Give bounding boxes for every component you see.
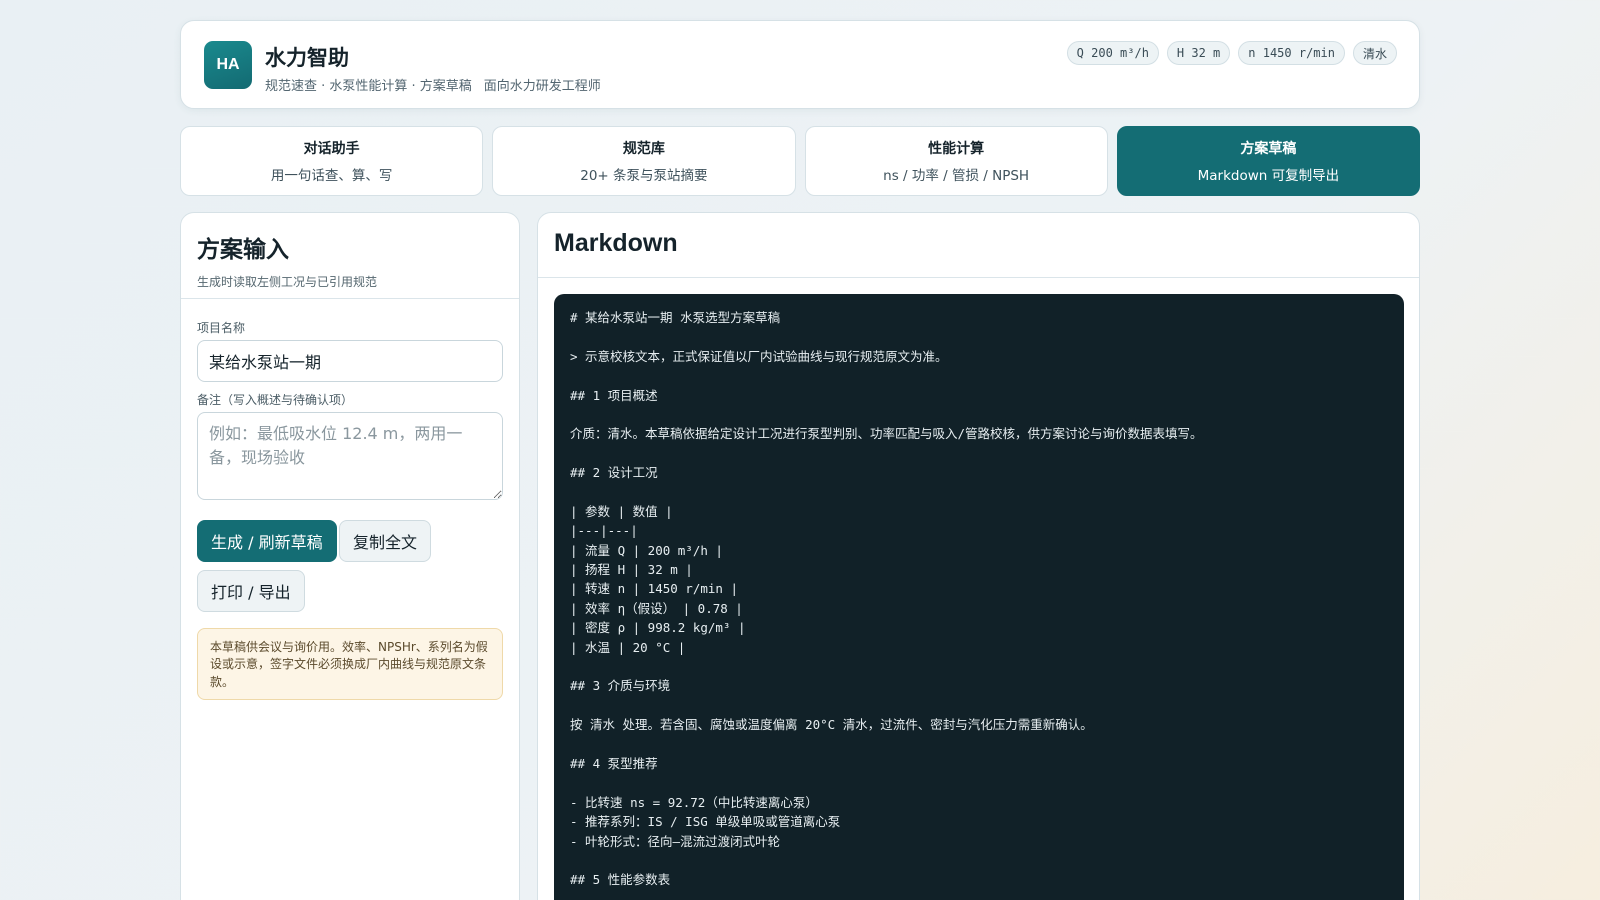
markdown-line — [570, 444, 1388, 463]
tab-title: 规范库 — [622, 141, 665, 157]
markdown-line: | 转速 n | 1450 r/min | — [570, 581, 738, 597]
proposal-input-panel: 方案输入 生成时读取左侧工况与已引用规范 项目名称 备注（写入概述与待确认项） … — [180, 212, 520, 900]
flow-chip: Q 200 m³/h — [1066, 41, 1159, 65]
markdown-line: ## 2 设计工况 — [570, 465, 658, 481]
markdown-line — [570, 773, 1388, 792]
markdown-panel: Markdown # 某给水泵站一期 水泵选型方案草稿 > 示意校核文本，正式保证… — [537, 212, 1420, 900]
markdown-line — [570, 405, 1388, 424]
medium-chip: 清水 — [1352, 41, 1397, 65]
notes-textarea[interactable] — [197, 412, 503, 500]
main-tabs: 对话助手 用一句话查、算、写 规范库 20+ 条泵与泵站摘要 性能计算 ns /… — [180, 126, 1420, 196]
panel-title: 方案输入 — [197, 237, 289, 263]
markdown-line: |---|---| — [570, 523, 638, 539]
markdown-line — [570, 657, 1388, 676]
markdown-line: > 示意校核文本，正式保证值以厂内试验曲线与现行规范原文为准。 — [570, 348, 948, 364]
tab-title: 方案草稿 — [1240, 141, 1297, 157]
condition-chips: Q 200 m³/h H 32 m n 1450 r/min 清水 — [1066, 41, 1397, 65]
notes-label: 备注（写入概述与待确认项） — [197, 393, 354, 407]
panel-header: 方案输入 生成时读取左侧工况与已引用规范 — [181, 213, 519, 299]
tab-title: 对话助手 — [303, 141, 360, 157]
project-name-label: 项目名称 — [197, 321, 246, 335]
tab-proposal-draft[interactable]: 方案草稿 Markdown 可复制导出 — [1116, 126, 1420, 196]
markdown-line — [570, 327, 1388, 346]
project-name-input[interactable] — [197, 340, 503, 382]
markdown-line — [570, 851, 1388, 870]
print-export-button[interactable]: 打印 / 导出 — [197, 570, 305, 612]
markdown-preview[interactable]: # 某给水泵站一期 水泵选型方案草稿 > 示意校核文本，正式保证值以厂内试验曲线与… — [554, 294, 1404, 900]
markdown-line: 介质：清水。本草稿依据给定设计工况进行泵型判别、功率匹配与吸入/管路校核，供方案… — [570, 426, 1203, 442]
tab-subtitle: ns / 功率 / 管损 / NPSH — [883, 168, 1030, 184]
tab-title: 性能计算 — [928, 141, 985, 157]
markdown-title: Markdown — [538, 213, 1419, 278]
app-feature-list: 规范速查 · 水泵性能计算 · 方案草稿 — [265, 79, 472, 94]
markdown-line: ## 5 性能参数表 — [570, 872, 671, 888]
disclaimer-note: 本草稿供会议与询价用。效率、NPSHr、系列名为假设或示意，签字文件必须换成厂内… — [197, 628, 503, 700]
markdown-line: | 效率 η（假设） | 0.78 | — [570, 600, 743, 616]
app-audience: 面向水力研发工程师 — [483, 79, 601, 94]
markdown-line: | 扬程 H | 32 m | — [570, 562, 693, 578]
markdown-line: # 某给水泵站一期 水泵选型方案草稿 — [570, 310, 781, 325]
markdown-line: | 密度 ρ | 998.2 kg/m³ | — [570, 620, 746, 636]
markdown-line: ## 4 泵型推荐 — [570, 755, 658, 771]
markdown-line: - 推荐系列：IS / ISG 单级单吸或管道离心泵 — [570, 814, 841, 830]
generate-draft-button[interactable]: 生成 / 刷新草稿 — [197, 520, 337, 562]
markdown-line: - 叶轮形式：径向–混流过渡闭式叶轮 — [570, 833, 781, 849]
markdown-line: | 流量 Q | 200 m³/h | — [570, 542, 723, 558]
app-subtitle: 规范速查 · 水泵性能计算 · 方案草稿 面向水力研发工程师 — [265, 75, 601, 94]
panel-subtitle: 生成时读取左侧工况与已引用规范 — [197, 275, 378, 289]
tab-chat-assistant[interactable]: 对话助手 用一句话查、算、写 — [180, 126, 484, 196]
tab-performance-calc[interactable]: 性能计算 ns / 功率 / 管损 / NPSH — [804, 126, 1108, 196]
markdown-line: 按 清水 处理。若含固、腐蚀或温度偏离 20°C 清水，过流件、密封与汽化压力需… — [570, 717, 1093, 733]
app-logo: HA — [204, 41, 252, 89]
app-title: 水力智助 — [265, 46, 349, 70]
head-chip: H 32 m — [1166, 41, 1231, 65]
markdown-line — [570, 483, 1388, 502]
speed-chip: n 1450 r/min — [1238, 41, 1345, 65]
markdown-line — [570, 735, 1388, 754]
markdown-line: | 参数 | 数值 | — [570, 503, 673, 519]
tab-subtitle: Markdown 可复制导出 — [1197, 168, 1340, 184]
app-header: HA 水力智助 规范速查 · 水泵性能计算 · 方案草稿 面向水力研发工程师 Q … — [180, 20, 1420, 109]
tab-subtitle: 20+ 条泵与泵站摘要 — [580, 168, 708, 184]
tab-subtitle: 用一句话查、算、写 — [270, 168, 393, 184]
markdown-line — [570, 696, 1388, 715]
markdown-line: ## 3 介质与环境 — [570, 678, 671, 694]
copy-all-button[interactable]: 复制全文 — [339, 520, 432, 562]
markdown-line: ## 1 项目概述 — [570, 387, 658, 403]
markdown-line: | 水温 | 20 °C | — [570, 639, 686, 655]
tab-standards-library[interactable]: 规范库 20+ 条泵与泵站摘要 — [492, 126, 796, 196]
markdown-line — [570, 366, 1388, 385]
markdown-line: - 比转速 ns = 92.72（中比转速离心泵） — [570, 794, 818, 810]
